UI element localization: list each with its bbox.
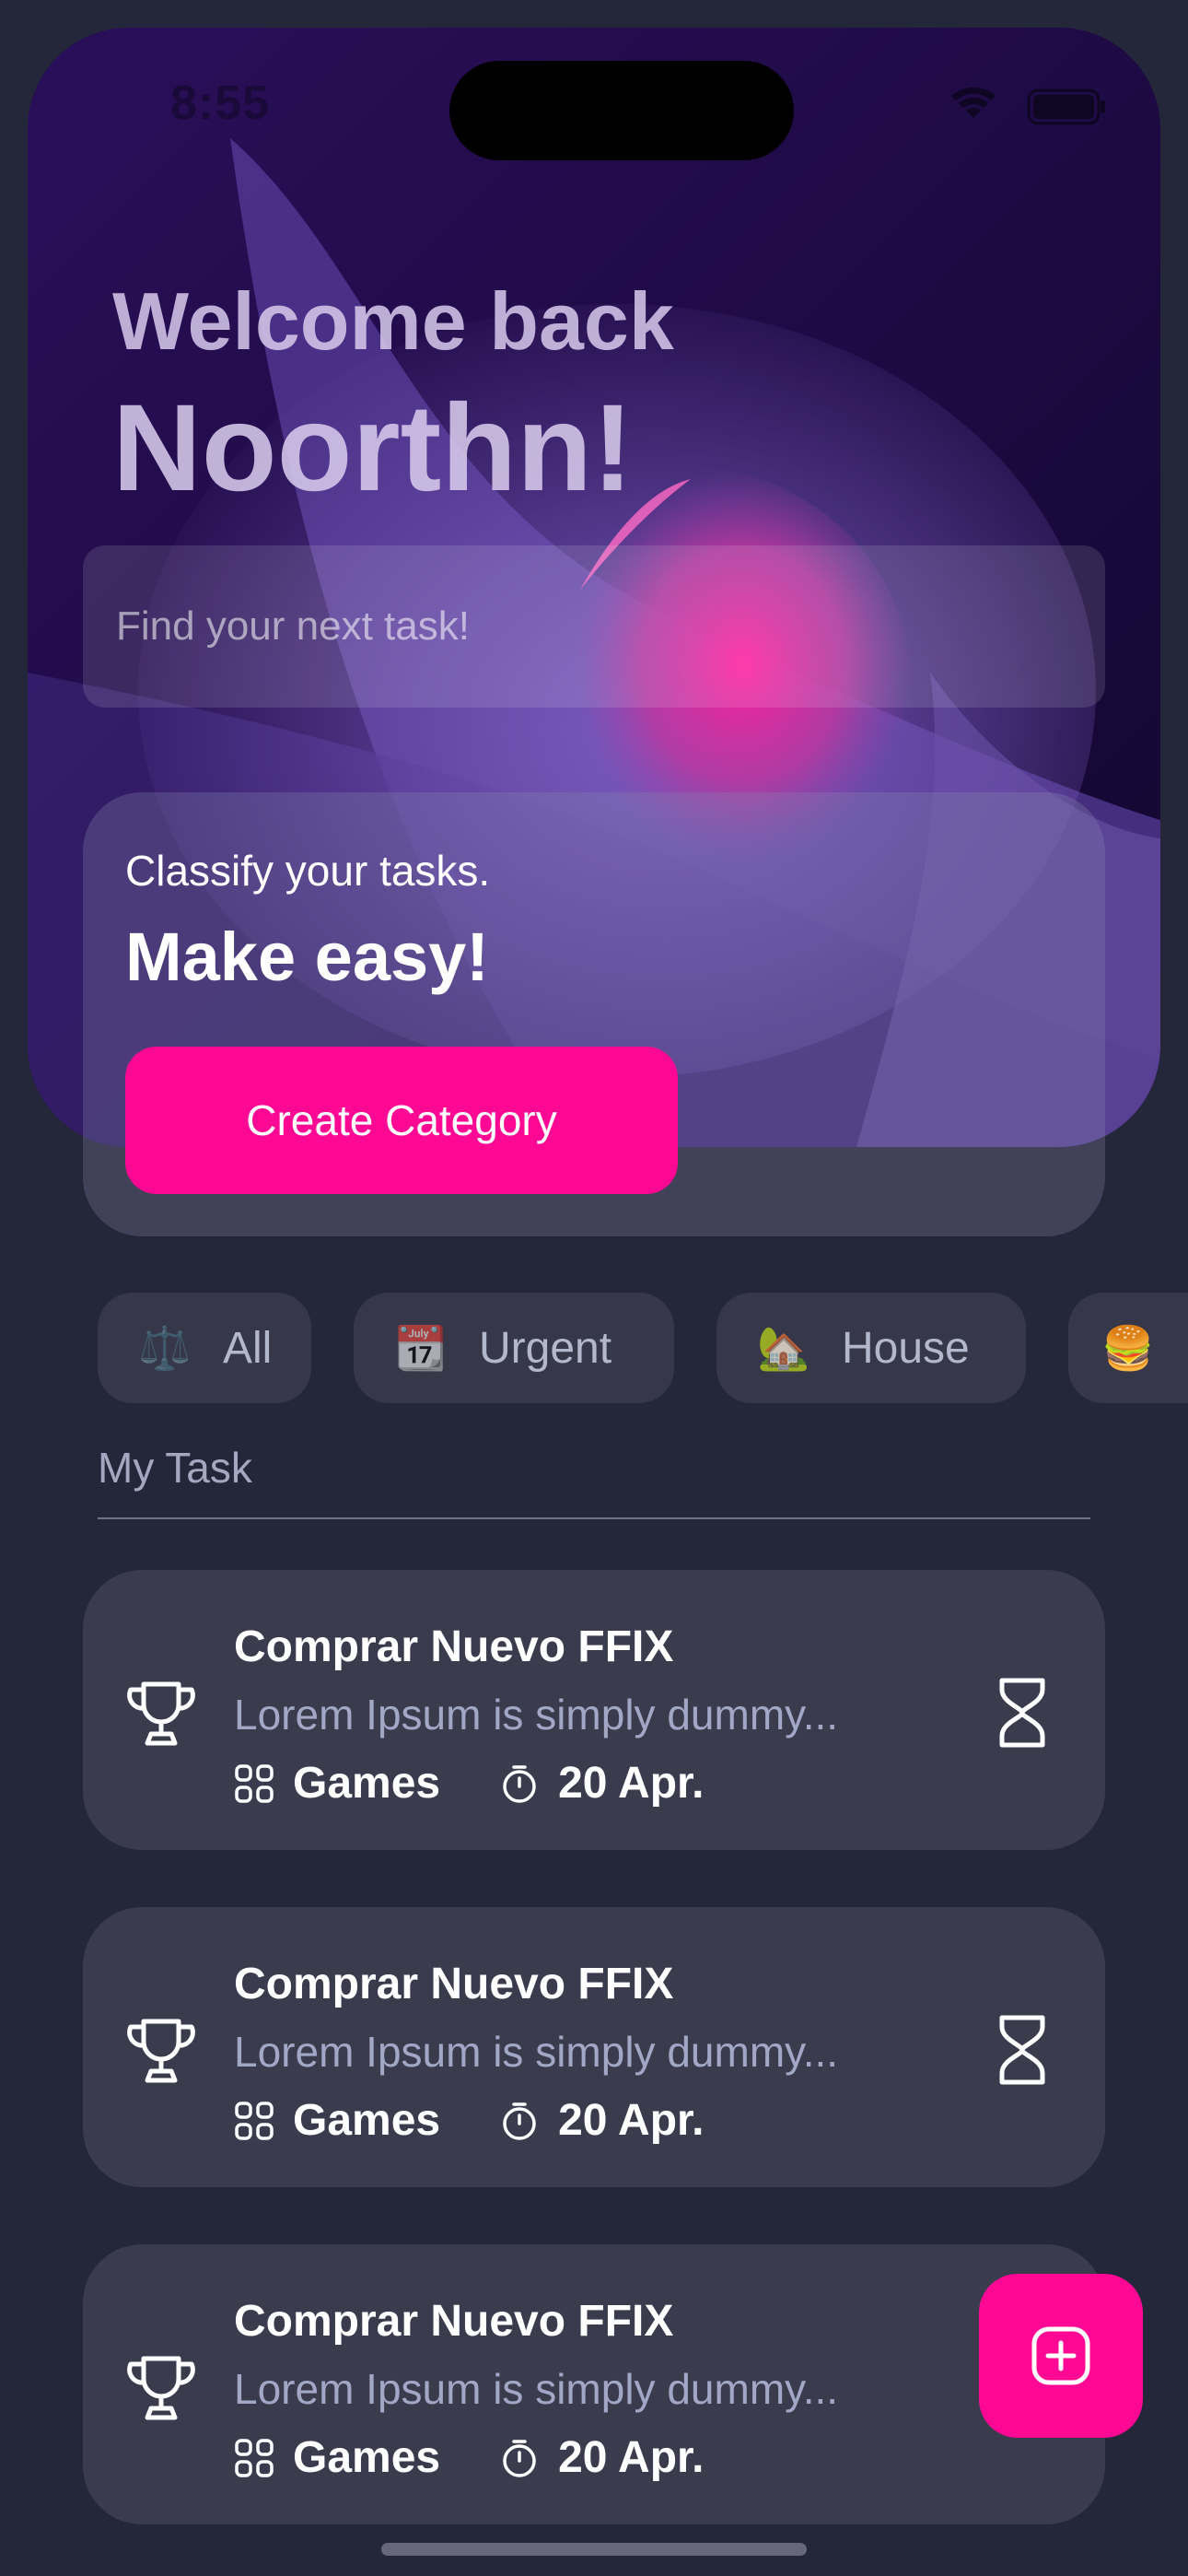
promo-title: Make easy! xyxy=(125,919,489,995)
task-meta: Games 20 Apr. xyxy=(234,2095,704,2146)
user-name: Noorthn! xyxy=(112,380,634,517)
wifi-icon xyxy=(951,87,996,118)
trophy-icon xyxy=(127,2356,195,2420)
task-card[interactable]: Comprar Nuevo FFIX Lorem Ipsum is simply… xyxy=(83,1570,1105,1850)
task-date: 20 Apr. xyxy=(558,2433,705,2482)
task-card[interactable]: Comprar Nuevo FFIX Lorem Ipsum is simply… xyxy=(83,2244,1105,2524)
hourglass-icon[interactable] xyxy=(996,1677,1048,1749)
category-chip-food[interactable]: 🍔 xyxy=(1068,1293,1188,1403)
search-input[interactable]: Find your next task! xyxy=(83,545,1105,708)
trophy-icon xyxy=(127,2019,195,2083)
task-date: 20 Apr. xyxy=(558,1759,705,1808)
category-promo-card: Classify your tasks. Make easy! Create C… xyxy=(83,792,1105,1236)
trophy-icon xyxy=(127,1681,195,1746)
house-icon: 🏡 xyxy=(757,1323,810,1372)
category-chip-all[interactable]: ⚖️ All xyxy=(98,1293,311,1403)
timer-icon xyxy=(503,1764,536,1803)
category-chip-label: House xyxy=(842,1323,970,1373)
section-divider xyxy=(98,1517,1090,1519)
task-title: Comprar Nuevo FFIX xyxy=(234,1960,674,2008)
task-meta: Games 20 Apr. xyxy=(234,1758,704,1809)
battery-icon xyxy=(1027,88,1105,125)
add-square-icon xyxy=(1031,2326,1090,2385)
category-chip-label: Urgent xyxy=(479,1323,612,1373)
dynamic-island xyxy=(449,61,794,160)
task-title: Comprar Nuevo FFIX xyxy=(234,1622,674,1671)
status-time: 8:55 xyxy=(170,76,271,130)
section-title: My Task xyxy=(98,1444,252,1492)
task-card[interactable]: Comprar Nuevo FFIX Lorem Ipsum is simply… xyxy=(83,1907,1105,2187)
task-date: 20 Apr. xyxy=(558,2096,705,2145)
category-chip-urgent[interactable]: 📆 Urgent xyxy=(354,1293,674,1403)
task-description: Lorem Ipsum is simply dummy... xyxy=(234,1691,839,1739)
burger-icon: 🍔 xyxy=(1101,1323,1155,1372)
timer-icon xyxy=(503,2102,536,2140)
promo-subtitle: Classify your tasks. xyxy=(125,847,491,895)
task-category: Games xyxy=(293,2096,441,2145)
hourglass-icon[interactable] xyxy=(996,2014,1048,2086)
category-chip-house[interactable]: 🏡 House xyxy=(716,1293,1026,1403)
add-task-button[interactable] xyxy=(979,2274,1143,2438)
grid-icon xyxy=(235,1763,274,1803)
create-category-button[interactable]: Create Category xyxy=(125,1047,678,1194)
task-description: Lorem Ipsum is simply dummy... xyxy=(234,2365,839,2413)
grid-icon xyxy=(235,2438,274,2477)
status-icons xyxy=(951,87,1105,125)
search-placeholder: Find your next task! xyxy=(116,603,470,649)
calendar-icon: 📆 xyxy=(394,1323,448,1372)
task-category: Games xyxy=(293,1759,441,1808)
category-chip-label: All xyxy=(223,1323,273,1373)
task-title: Comprar Nuevo FFIX xyxy=(234,2297,674,2346)
scales-icon: ⚖️ xyxy=(138,1323,192,1372)
welcome-text: Welcome back xyxy=(112,275,674,367)
task-meta: Games 20 Apr. xyxy=(234,2432,704,2483)
task-description: Lorem Ipsum is simply dummy... xyxy=(234,2028,839,2076)
timer-icon xyxy=(503,2439,536,2477)
home-indicator[interactable] xyxy=(381,2543,807,2556)
task-category: Games xyxy=(293,2433,441,2482)
grid-icon xyxy=(235,2101,274,2140)
